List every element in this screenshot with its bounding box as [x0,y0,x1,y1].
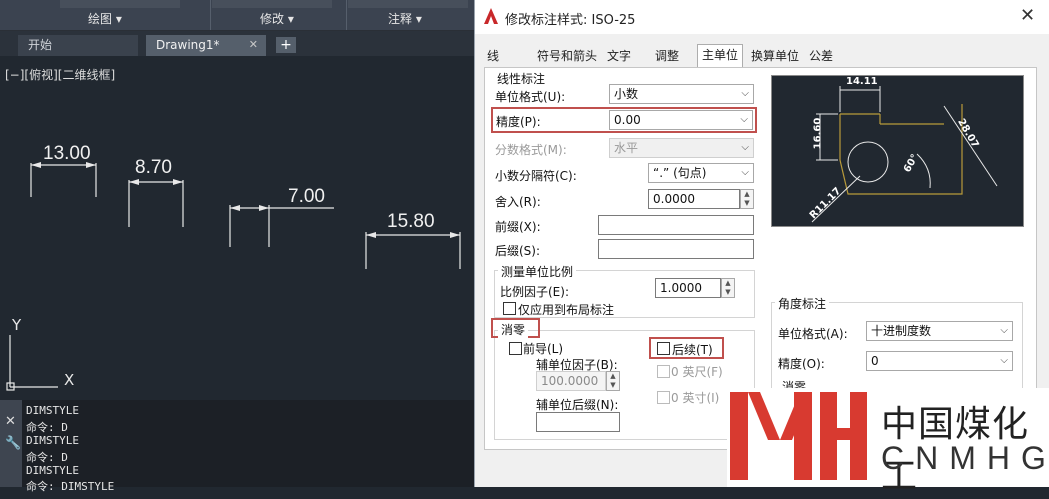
tab-text[interactable]: 文字 [607,46,631,66]
tab-lines[interactable]: 线 [487,46,499,66]
dim-text: 13.00 [43,143,91,164]
suffix-input[interactable] [598,239,754,259]
prefix-input[interactable] [598,215,754,235]
tab-fit[interactable]: 调整 [655,46,679,66]
tab-tolerances[interactable]: 公差 [809,46,833,66]
dimension-preview: 14.11 16.60 28.07 60° R11.17 [771,75,1024,227]
ribbon-separator [346,0,347,30]
inches-label: 0 英寸(I) [671,391,720,405]
layout-only-checkbox[interactable] [503,302,516,315]
file-tab-bar: 开始 Drawing1* ✕ + [0,31,476,56]
scale-factor-spinner[interactable]: ▲ ▼ [721,278,735,298]
angular-unit-format-select[interactable]: 十进制度数 ⌵ [866,321,1013,341]
sub-units-suffix-input[interactable] [536,412,620,432]
ribbon-annotate-button[interactable]: 注释 ▾ [388,10,422,27]
command-line: DIMSTYLE [26,434,79,447]
scale-group-title: 测量单位比例 [498,263,577,280]
angular-precision-select[interactable]: 0 ⌵ [866,351,1013,371]
ribbon-draw-button[interactable]: 绘图 ▾ [88,10,122,27]
trailing-checkbox[interactable] [657,342,670,355]
ribbon-separator [210,0,211,30]
inches-checkbox[interactable] [657,391,670,404]
command-line: 命令: D [26,421,68,434]
precision-label: 精度(P): [496,115,541,129]
tab-start[interactable]: 开始 [18,35,138,56]
tab-drawing-label: Drawing1* [156,38,220,52]
preview-dim-text: 14.11 [846,76,878,87]
watermark-en-text: CNMHG [881,440,1049,476]
ucs-x-label: X [64,371,75,389]
fraction-format-select[interactable]: 水平 ⌵ [609,138,754,158]
close-icon[interactable]: ✕ [5,414,16,429]
round-off-spinner[interactable]: ▲ ▼ [740,189,754,209]
watermark-logo [730,392,867,480]
command-line: 命令: D [26,451,68,464]
dialog-tabs: 线 符号和箭头 文字 调整 主单位 换算单位 公差 [475,44,1049,69]
scale-factor-label: 比例因子(E): [500,285,569,299]
ucs-y-label: Y [12,316,22,334]
decimal-separator-label: 小数分隔符(C): [495,169,577,183]
angular-unit-format-label: 单位格式(A): [778,327,848,341]
sub-units-suffix-label: 辅单位后缀(N): [536,398,619,412]
trailing-label: 后续(T) [672,343,713,357]
chevron-down-icon: ⌵ [740,114,748,125]
ribbon-modify-button[interactable]: 修改 ▾ [260,10,294,27]
prefix-label: 前缀(X): [495,220,541,234]
autocad-logo-icon [484,8,498,24]
unit-format-label: 单位格式(U): [495,90,566,104]
round-off-input[interactable]: 0.0000 [648,189,740,209]
chevron-down-icon: ⌵ [741,142,749,153]
dim-text: 8.70 [135,157,172,178]
command-line: DIMSTYLE [26,464,79,477]
ribbon-strip [348,0,468,8]
chevron-down-icon: ⌵ [741,88,749,99]
chevron-down-icon: ⌵ [1000,355,1008,366]
command-toolbar: ✕ 🔧 [0,400,22,487]
tab-primary-units[interactable]: 主单位 [697,44,744,69]
leading-label: 前导(L) [523,342,564,356]
add-tab-button[interactable]: + [276,37,296,53]
wrench-icon[interactable]: 🔧 [5,436,21,451]
linear-group-title: 线性标注 [497,72,546,86]
ribbon-panel-bar: 绘图 ▾ 修改 ▾ 注释 ▾ [0,0,476,31]
unit-format-select[interactable]: 小数 ⌵ [609,84,754,104]
precision-select[interactable]: 0.00 ⌵ [609,110,753,130]
preview-drawing [811,86,998,223]
feet-checkbox[interactable] [657,365,670,378]
sub-units-factor-spinner[interactable]: ▲ ▼ [606,371,620,391]
dim-text: 15.80 [387,211,435,232]
round-off-label: 舍入(R): [495,195,541,209]
angular-precision-label: 精度(O): [778,357,825,371]
preview-outline [839,104,963,195]
tab-alternate-units[interactable]: 换算单位 [751,46,799,66]
zero-group-title: 消零 [498,321,529,338]
leading-checkbox[interactable] [509,342,522,355]
decimal-separator-select[interactable]: “.” (句点) ⌵ [648,163,754,183]
tab-symbols-arrows[interactable]: 符号和箭头 [537,46,597,66]
command-line: 命令: DIMSTYLE [26,480,115,493]
dialog-close-button[interactable]: ✕ [1020,5,1035,26]
ribbon-strip [60,0,180,8]
sub-units-factor-input[interactable]: 100.0000 [536,371,606,391]
scale-factor-input[interactable]: 1.0000 [655,278,721,298]
command-line: DIMSTYLE [26,404,79,417]
feet-label: 0 英尺(F) [671,365,723,379]
suffix-label: 后缀(S): [495,244,541,258]
preview-dim-text: 16.60 [812,117,824,150]
angular-group-title: 角度标注 [775,295,830,312]
tab-drawing1[interactable]: Drawing1* ✕ [146,35,266,56]
chevron-down-icon: ⌵ [1000,325,1008,336]
fraction-format-label: 分数格式(M): [495,143,567,157]
dim-text: 7.00 [288,186,325,207]
layout-only-label: 仅应用到布局标注 [518,303,615,317]
dialog-title: 修改标注样式: ISO-25 [505,13,636,28]
close-icon[interactable]: ✕ [249,35,258,55]
preview-circle [847,141,889,183]
chevron-down-icon: ⌵ [741,167,749,178]
ribbon-strip [212,0,332,8]
